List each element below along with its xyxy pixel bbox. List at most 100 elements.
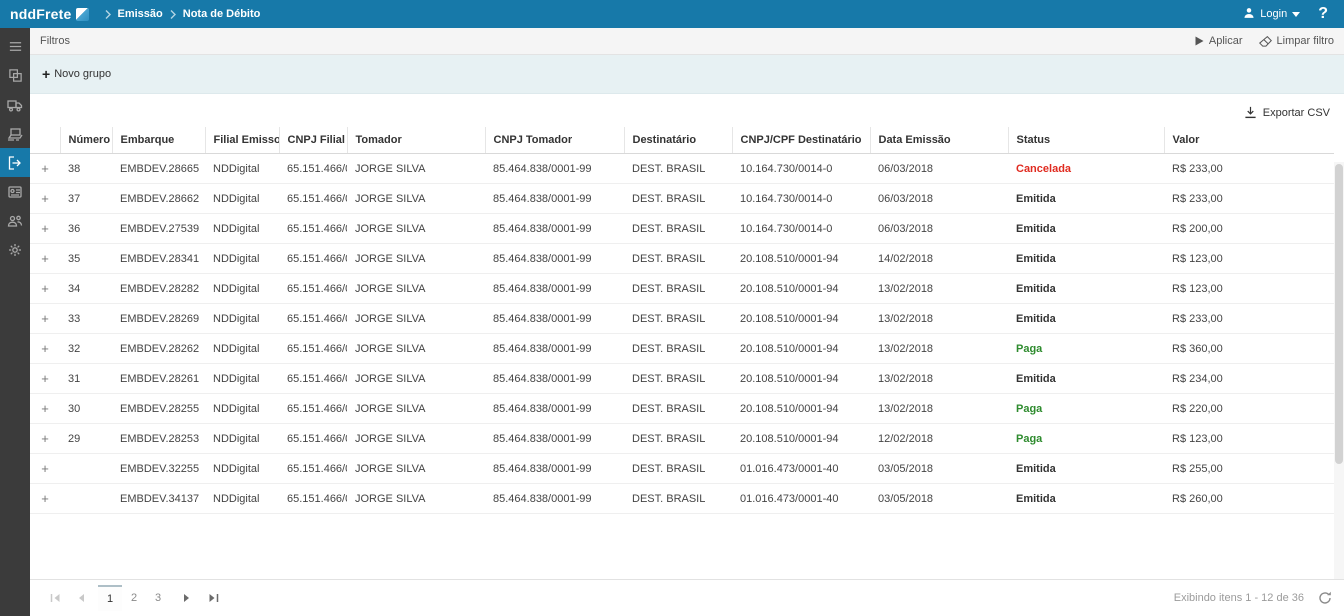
cell-valor: R$ 234,00 [1164,364,1334,394]
vertical-scrollbar[interactable] [1334,162,1344,602]
table-row[interactable]: +EMBDEV.34137NDDigital65.151.466/000...J… [30,484,1334,514]
cell-status: Emitida [1008,244,1164,274]
row-expand-button[interactable]: + [30,484,60,514]
filters-title: Filtros [40,35,70,47]
table-row[interactable]: +33EMBDEV.28269NDDigital65.151.466/000..… [30,304,1334,334]
header-status[interactable]: Status [1008,127,1164,154]
topbar-right: Login ? [1243,5,1344,23]
cell-destinatario: DEST. BRASIL [624,184,732,214]
cell-cnpj_dest: 10.164.730/0014-0 [732,214,870,244]
cell-cnpj_filial: 65.151.466/000... [279,364,347,394]
first-page-button[interactable] [42,585,68,611]
table-row[interactable]: +31EMBDEV.28261NDDigital65.151.466/000..… [30,364,1334,394]
brand-logo[interactable]: nddFrete [0,6,99,22]
page-button-3[interactable]: 3 [146,585,170,611]
header-data-emissao[interactable]: Data Emissão [870,127,1008,154]
row-expand-button[interactable]: + [30,274,60,304]
pager-info: Exibindo itens 1 - 12 de 36 [1174,592,1304,604]
scrollbar-thumb[interactable] [1335,164,1343,464]
row-expand-button[interactable]: + [30,394,60,424]
cell-cnpj_tomador: 85.464.838/0001-99 [485,334,624,364]
header-cnpj-filial[interactable]: CNPJ Filial [279,127,347,154]
header-cnpj-cpf-destinatario[interactable]: CNPJ/CPF Destinatário [732,127,870,154]
header-tomador[interactable]: Tomador [347,127,485,154]
row-expand-button[interactable]: + [30,184,60,214]
previous-page-button[interactable] [68,585,94,611]
cell-filial: NDDigital [205,334,279,364]
debit-notes-table: Número↓ Embarque Filial Emissora CNPJ Fi… [30,127,1334,514]
cell-tomador: JORGE SILVA [347,364,485,394]
cell-valor: R$ 260,00 [1164,484,1334,514]
breadcrumb: Emissão Nota de Débito [105,8,261,20]
table-row[interactable]: +30EMBDEV.28255NDDigital65.151.466/000..… [30,394,1334,424]
help-button[interactable]: ? [1314,5,1332,23]
table-row[interactable]: +37EMBDEV.28662NDDigital65.151.466/000..… [30,184,1334,214]
cell-data_emissao: 13/02/2018 [870,304,1008,334]
table-row[interactable]: +EMBDEV.32255NDDigital65.151.466/000...J… [30,454,1334,484]
export-csv-button[interactable]: Exportar CSV [1244,106,1330,119]
cell-filial: NDDigital [205,424,279,454]
page-button-1[interactable]: 1 [98,585,122,611]
cell-embarque: EMBDEV.28665 [112,154,205,184]
clear-filter-button[interactable]: Limpar filtro [1259,35,1334,47]
cell-tomador: JORGE SILVA [347,334,485,364]
cell-cnpj_tomador: 85.464.838/0001-99 [485,154,624,184]
next-page-button[interactable] [174,585,200,611]
breadcrumb-item-emissao[interactable]: Emissão [118,8,163,20]
cell-data_emissao: 06/03/2018 [870,214,1008,244]
cell-valor: R$ 233,00 [1164,184,1334,214]
cell-cnpj_dest: 20.108.510/0001-94 [732,334,870,364]
cell-numero [60,484,112,514]
refresh-button[interactable] [1318,591,1332,605]
cell-cnpj_tomador: 85.464.838/0001-99 [485,364,624,394]
sidebar-item-emissao[interactable] [0,148,30,177]
cell-valor: R$ 200,00 [1164,214,1334,244]
header-filial-emissora[interactable]: Filial Emissora [205,127,279,154]
row-expand-button[interactable]: + [30,214,60,244]
row-expand-button[interactable]: + [30,334,60,364]
cell-destinatario: DEST. BRASIL [624,364,732,394]
badge-icon[interactable] [0,177,30,206]
row-expand-button[interactable]: + [30,424,60,454]
brand-name: nddFrete [10,6,72,22]
table-row[interactable]: +38EMBDEV.28665NDDigital65.151.466/000..… [30,154,1334,184]
truck-icon[interactable] [0,90,30,119]
cell-tomador: JORGE SILVA [347,154,485,184]
header-embarque[interactable]: Embarque [112,127,205,154]
login-menu[interactable]: Login [1243,7,1300,22]
apply-filter-button[interactable]: Aplicar [1195,35,1243,47]
cell-valor: R$ 233,00 [1164,304,1334,334]
new-group-button[interactable]: + Novo grupo [42,67,111,81]
row-expand-button[interactable]: + [30,304,60,334]
cell-destinatario: DEST. BRASIL [624,334,732,364]
row-expand-button[interactable]: + [30,244,60,274]
menu-icon[interactable] [0,32,30,61]
company-icon[interactable] [0,61,30,90]
cell-destinatario: DEST. BRASIL [624,244,732,274]
row-expand-button[interactable]: + [30,154,60,184]
header-valor[interactable]: Valor [1164,127,1334,154]
header-numero[interactable]: Número↓ [60,127,112,154]
cell-numero: 37 [60,184,112,214]
table-row[interactable]: +32EMBDEV.28262NDDigital65.151.466/000..… [30,334,1334,364]
cell-destinatario: DEST. BRASIL [624,214,732,244]
emission-icon [7,155,23,171]
cell-cnpj_dest: 10.164.730/0014-0 [732,184,870,214]
table-row[interactable]: +35EMBDEV.28341NDDigital65.151.466/000..… [30,244,1334,274]
page-button-2[interactable]: 2 [122,585,146,611]
last-page-button[interactable] [200,585,226,611]
table-row[interactable]: +34EMBDEV.28282NDDigital65.151.466/000..… [30,274,1334,304]
breadcrumb-item-nota-debito[interactable]: Nota de Débito [183,8,261,20]
row-expand-button[interactable]: + [30,454,60,484]
apply-filter-label: Aplicar [1209,35,1243,47]
users-icon[interactable] [0,206,30,235]
row-expand-button[interactable]: + [30,364,60,394]
cell-tomador: JORGE SILVA [347,274,485,304]
user-icon [1243,7,1255,22]
settings-gear-icon[interactable] [0,235,30,264]
header-cnpj-tomador[interactable]: CNPJ Tomador [485,127,624,154]
header-destinatario[interactable]: Destinatário [624,127,732,154]
shipments-icon[interactable] [0,119,30,148]
table-row[interactable]: +36EMBDEV.27539NDDigital65.151.466/000..… [30,214,1334,244]
table-row[interactable]: +29EMBDEV.28253NDDigital65.151.466/000..… [30,424,1334,454]
